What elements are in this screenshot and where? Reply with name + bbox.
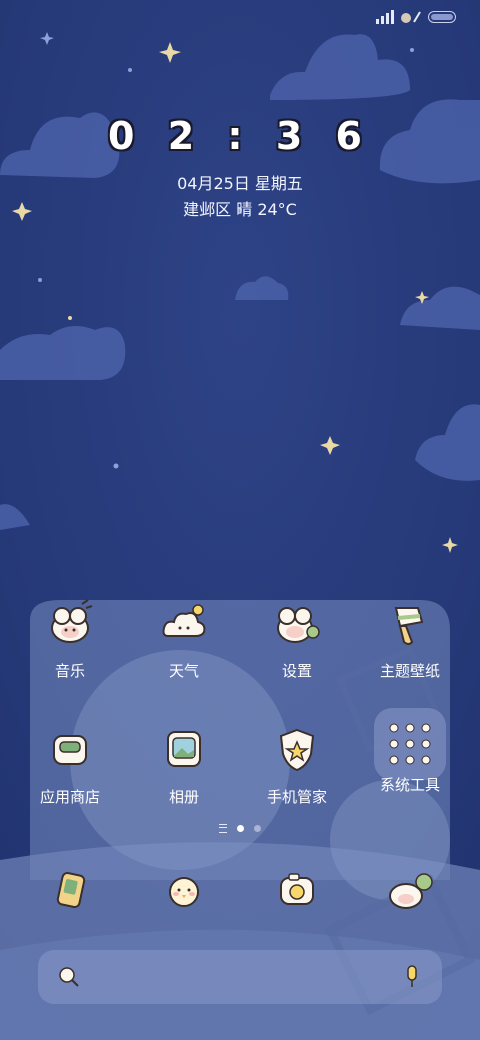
date-text: 04月25日 星期五 [177, 174, 303, 193]
paint-brush-icon [382, 596, 438, 652]
app-label: 设置 [281, 662, 312, 680]
phone-icon [42, 862, 98, 918]
search-icon [59, 967, 79, 987]
search-bar[interactable] [38, 950, 442, 1004]
page-dot [254, 825, 261, 832]
app-label: 天气 [168, 662, 199, 680]
status-bar [376, 10, 456, 24]
app-store[interactable]: 应用商店 [14, 722, 126, 807]
app-weather[interactable]: 天气 [128, 596, 240, 681]
sheep-settings-icon [269, 596, 325, 652]
weather-text[interactable]: 建邺区 晴 24°C [0, 196, 480, 220]
app-label: 应用商店 [39, 788, 100, 806]
sheep-chat-icon [382, 862, 438, 918]
folder-grid-icon [374, 708, 446, 780]
dock-chat[interactable] [354, 862, 466, 918]
app-label: 系统工具 [379, 776, 440, 794]
dock-phone[interactable] [14, 862, 126, 918]
battery-icon [428, 11, 456, 23]
dock-messages[interactable] [128, 862, 240, 918]
dock-camera[interactable] [241, 862, 353, 918]
app-label: 主题壁纸 [379, 662, 440, 680]
signal-icon [376, 10, 421, 24]
sheep-music-icon [42, 596, 98, 652]
app-music[interactable]: 音乐 [14, 596, 126, 681]
page-indicator[interactable] [0, 824, 480, 833]
cloud-weather-icon [156, 596, 212, 652]
camera-icon [269, 862, 325, 918]
app-label: 手机管家 [266, 788, 327, 806]
app-label: 相册 [168, 788, 199, 806]
app-phone-manager[interactable]: 手机管家 [241, 722, 353, 807]
clock-time[interactable]: 0 2 : 3 6 [0, 114, 480, 158]
shopping-bag-icon [42, 722, 98, 778]
chick-messages-icon [156, 862, 212, 918]
shield-star-icon [269, 722, 325, 778]
photo-frame-icon [156, 722, 212, 778]
app-folder-system-tools[interactable]: 系统工具 [354, 708, 466, 795]
app-gallery[interactable]: 相册 [128, 722, 240, 807]
page-dot-active [237, 825, 244, 832]
app-themes[interactable]: 主题壁纸 [354, 596, 466, 681]
menu-lines-icon [219, 824, 227, 833]
mic-icon[interactable] [404, 964, 420, 990]
app-settings[interactable]: 设置 [241, 596, 353, 681]
app-label: 音乐 [54, 662, 85, 680]
